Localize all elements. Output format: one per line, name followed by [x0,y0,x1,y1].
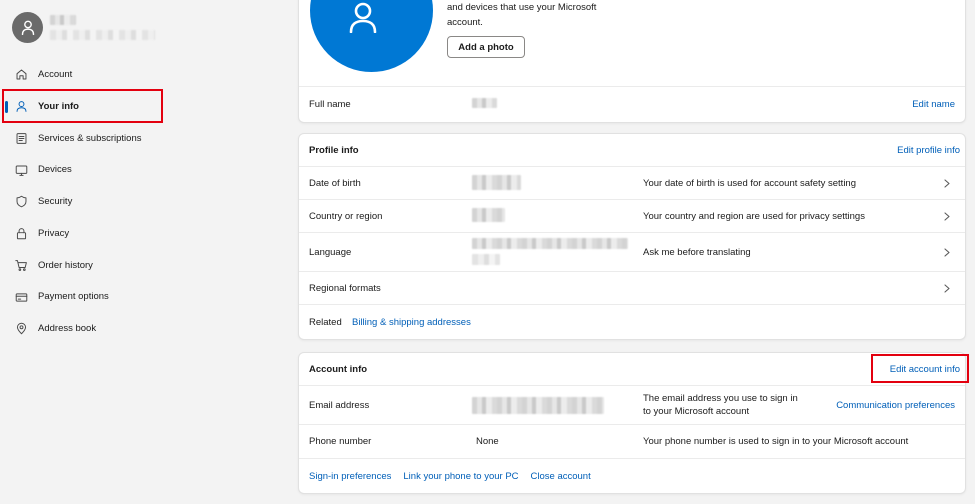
email-address-row: Email address The email address you use … [299,385,965,424]
phone-number-value: None [476,436,499,447]
shield-icon [16,196,27,208]
country-value-redacted [472,208,505,222]
profile-info-header: Profile info Edit profile info [299,134,965,166]
related-row: Related Billing & shipping addresses [299,304,965,339]
communication-preferences-link[interactable]: Communication preferences [836,386,955,424]
link-phone-link[interactable]: Link your phone to your PC [403,471,518,482]
photo-section: and devices that use your Microsoft acco… [299,0,965,86]
sidebar-item-order-history[interactable]: Order history [0,250,290,282]
email-value-redacted [472,397,604,414]
date-of-birth-row[interactable]: Date of birth Your date of birth is used… [299,166,965,199]
billing-shipping-link[interactable]: Billing & shipping addresses [352,305,471,339]
account-footer-links: Sign-in preferences Link your phone to y… [309,459,591,493]
chevron-right-icon [944,233,950,271]
add-photo-button[interactable]: Add a photo [447,36,525,58]
person-icon [349,2,377,33]
row-label: Phone number [309,436,372,447]
row-label: Email address [309,399,370,411]
row-label: Date of birth [309,177,361,189]
sidebar-item-label: Devices [38,164,72,176]
row-description-line: The email address you use to sign in [643,393,798,404]
sidebar-item-devices[interactable]: Devices [0,154,290,186]
profile-info-card: Profile info Edit profile info Date of b… [298,133,966,340]
user-email-redacted [50,30,155,40]
sidebar-item-address-book[interactable]: Address book [0,313,290,345]
language-value-redacted [472,254,500,265]
language-value-redacted [472,238,628,249]
sidebar-item-label: Security [38,196,73,207]
sidebar-item-payment-options[interactable]: Payment options [0,281,290,313]
chevron-right-icon [944,200,950,232]
cart-icon [15,260,27,271]
sidebar-item-label: Services & subscriptions [38,132,142,144]
row-label: Regional formats [309,282,381,294]
highlight-box-edit-account-info [871,354,969,383]
monitor-icon [15,165,28,176]
edit-profile-info-link[interactable]: Edit profile info [897,134,960,166]
user-avatar[interactable] [12,12,43,43]
row-description: Your country and region are used for pri… [643,210,865,222]
highlight-box-your-info [2,89,163,123]
row-description: The email address you use to sign in to … [643,386,798,424]
photo-description-line: account. [447,17,483,28]
edit-name-link[interactable]: Edit name [912,87,955,122]
sidebar-item-security[interactable]: Security [0,186,290,218]
document-icon [16,133,27,144]
sidebar-item-label: Privacy [38,227,70,239]
sign-in-preferences-link[interactable]: Sign-in preferences [309,471,391,482]
row-description: Ask me before translating [643,246,751,258]
chevron-right-icon [944,167,950,199]
sidebar-item-privacy[interactable]: Privacy [0,218,290,250]
regional-formats-row[interactable]: Regional formats [299,271,965,304]
sidebar-item-label: Payment options [38,291,109,303]
row-description: Your phone number is used to sign in to … [643,436,909,447]
country-region-row[interactable]: Country or region Your country and regio… [299,199,965,232]
profile-photo[interactable] [310,0,433,72]
sidebar-item-label: Address book [38,323,97,334]
photo-description-line: and devices that use your Microsoft [447,2,597,13]
sidebar: Account Your info Services & subscriptio… [0,0,290,504]
section-title: Profile info [309,144,359,156]
sidebar-item-services-subscriptions[interactable]: Services & subscriptions [0,123,290,155]
sidebar-item-account[interactable]: Account [0,59,290,91]
sidebar-item-label: Order history [38,259,93,271]
row-label: Language [309,246,352,258]
section-title: Account info [309,363,368,375]
date-of-birth-value-redacted [472,175,521,190]
lock-icon [16,228,27,240]
close-account-link[interactable]: Close account [531,471,591,482]
location-pin-icon [16,323,27,335]
credit-card-icon [15,292,28,302]
full-name-value-redacted [472,98,497,108]
full-name-row: Full name Edit name [299,86,965,122]
row-description-line: to your Microsoft account [643,406,750,417]
row-label: Country or region [309,210,383,222]
full-name-label: Full name [309,99,351,110]
person-icon [21,20,34,35]
photo-card: and devices that use your Microsoft acco… [298,0,966,123]
row-description: Your date of birth is used for account s… [643,177,856,189]
user-name-redacted [50,15,76,25]
account-info-card: Account info Edit account info Email add… [298,352,966,494]
account-footer: Sign-in preferences Link your phone to y… [299,458,965,493]
home-icon [16,69,27,80]
phone-number-row: Phone number None Your phone number is u… [299,424,965,458]
chevron-right-icon [944,272,950,304]
sidebar-item-label: Account [38,69,73,80]
account-info-header: Account info Edit account info [299,353,965,385]
photo-description: and devices that use your Microsoft acco… [447,0,596,30]
related-label: Related [309,316,342,328]
language-row[interactable]: Language Ask me before translating [299,232,965,271]
